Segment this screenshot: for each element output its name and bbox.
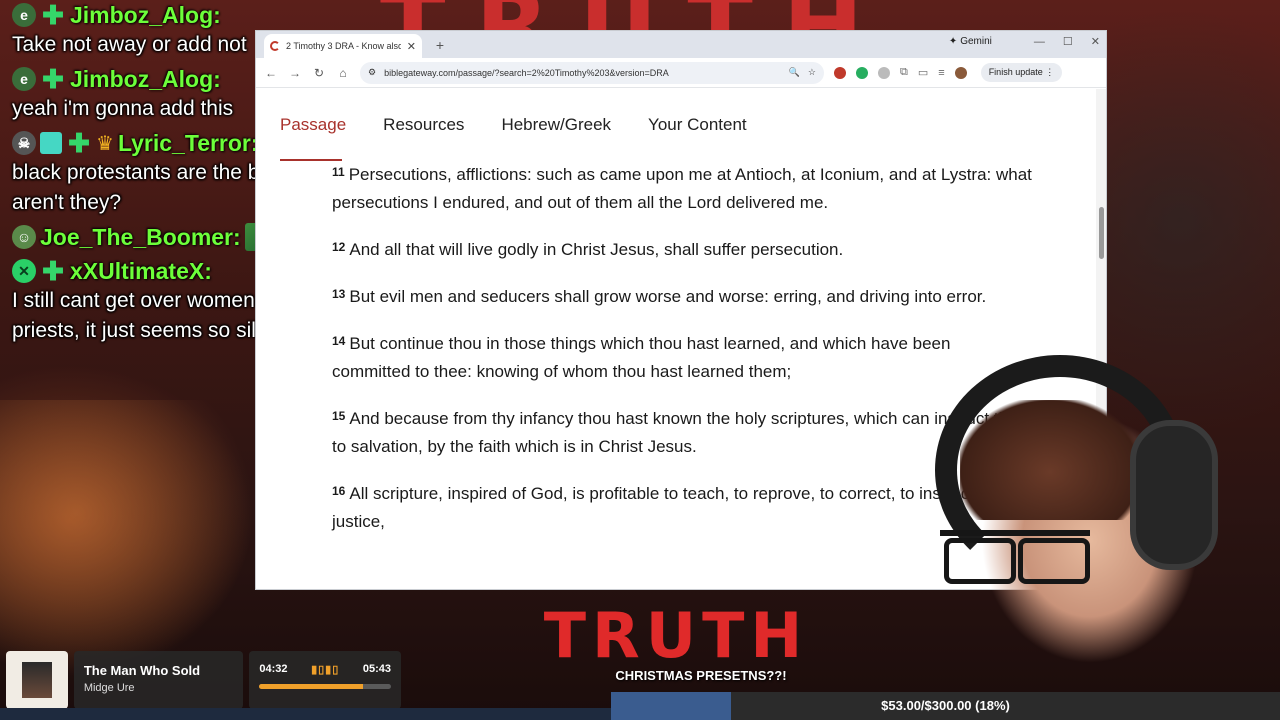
gift-icon — [40, 132, 62, 154]
maximize-icon[interactable]: ☐ — [1063, 35, 1073, 48]
ticker-text: CHRISTMAS PRESETNS??! — [615, 668, 787, 683]
cross-icon: ✚ — [42, 256, 64, 286]
close-tab-icon[interactable]: ✕ — [407, 40, 416, 53]
verse-text: But evil men and seducers shall grow wor… — [349, 287, 987, 306]
nav-your-content[interactable]: Your Content — [648, 89, 747, 161]
verse-text: Persecutions, afflictions: such as came … — [332, 165, 1032, 212]
verse: 13 But evil men and seducers shall grow w… — [332, 283, 1032, 311]
url-text: biblegateway.com/passage/?search=2%20Tim… — [384, 67, 669, 78]
tab-active[interactable]: 2 Timothy 3 DRA - Know also t ✕ — [264, 34, 422, 58]
cross-icon: ✚ — [68, 128, 90, 158]
extension-green-icon[interactable] — [856, 66, 868, 79]
sidebar-icon[interactable]: ▭ — [918, 66, 928, 79]
verse-number: 14 — [332, 334, 346, 348]
verse: 12 And all that will live godly in Christ… — [332, 236, 1032, 264]
extension-grey-icon[interactable] — [878, 66, 890, 79]
donation-goal-text: $53.00/$300.00 (18%) — [881, 698, 1010, 713]
verse-text: And all that will live godly in Christ J… — [349, 240, 844, 259]
address-bar[interactable]: ⚙ biblegateway.com/passage/?search=2%20T… — [360, 61, 824, 84]
finish-update-button[interactable]: Finish update ⋮ — [980, 63, 1063, 82]
extension-red-icon[interactable] — [834, 66, 846, 79]
gemini-label: Gemini — [960, 36, 992, 47]
song-progress-bar — [259, 684, 391, 689]
song-progress-fill — [259, 684, 364, 689]
glasses — [940, 530, 1090, 584]
chat-username: Joe_The_Boomer: — [40, 223, 241, 250]
zoom-icon[interactable]: 🔍 — [789, 67, 800, 78]
song-artist: Midge Ure — [83, 682, 135, 694]
site-nav: Passage Resources Hebrew/Greek Your Cont… — [256, 89, 1106, 161]
e-badge-icon: e — [12, 67, 36, 91]
site-info-icon[interactable]: ⚙ — [368, 67, 376, 78]
reload-icon[interactable]: ↻ — [312, 66, 326, 80]
finish-update-label: Finish update — [988, 67, 1043, 77]
brand-logo-bottom: TRUTH — [543, 599, 809, 672]
menu-lines-icon[interactable]: ≡ — [938, 67, 944, 79]
x-badge-icon: ✕ — [12, 259, 36, 283]
tab-title: 2 Timothy 3 DRA - Know also t — [286, 41, 401, 51]
cross-icon: ✚ — [42, 64, 64, 94]
verse-number: 15 — [332, 409, 346, 423]
verse-number: 11 — [332, 165, 345, 179]
nav-label: Passage — [280, 115, 347, 134]
elapsed-time: 04:32 — [259, 663, 288, 675]
verse-number: 13 — [332, 287, 346, 301]
profile-avatar-icon[interactable] — [954, 66, 967, 79]
equalizer-icon: ▮▯▮▯ — [311, 664, 340, 676]
now-playing-widget: The Man Who Sold Midge Ure 04:32 ▮▯▮▯ 05… — [6, 651, 401, 709]
nav-label: Resources — [383, 115, 465, 134]
nav-label: Your Content — [648, 115, 747, 134]
sparkle-icon: ✦ — [948, 36, 958, 47]
chat-username: Lyric_Terror: — [117, 129, 259, 156]
total-time: 05:43 — [362, 663, 391, 675]
new-tab-button[interactable]: + — [430, 35, 450, 55]
verse-text: All scripture, inspired of God, is profi… — [332, 484, 992, 531]
gemini-button[interactable]: ✦ Gemini — [949, 36, 992, 47]
back-arrow-icon[interactable]: ← — [264, 66, 278, 80]
e-badge-icon: e — [12, 3, 36, 27]
chat-username: Jimboz_Alog: — [70, 65, 221, 92]
room-light — [0, 400, 255, 680]
cross-icon: ✚ — [42, 0, 64, 30]
forward-arrow-icon[interactable]: → — [288, 66, 302, 80]
chat-username: Jimboz_Alog: — [70, 1, 221, 28]
window-controls: ✦ Gemini — ☐ ✕ — [949, 35, 1100, 49]
album-art — [6, 651, 68, 709]
extension-icons: ⧉ ▭ ≡ Finish update ⋮ — [834, 63, 1063, 82]
verse: 11 Persecutions, afflictions: such as cam… — [332, 161, 1032, 217]
close-window-icon[interactable]: ✕ — [1091, 35, 1100, 48]
nav-passage[interactable]: Passage — [280, 89, 346, 161]
verse-number: 16 — [332, 484, 346, 498]
biblegateway-favicon-icon — [270, 41, 280, 51]
puzzle-icon[interactable]: ⧉ — [900, 66, 908, 79]
scrollbar-thumb[interactable] — [1099, 207, 1104, 259]
verse-text: But continue thou in those things which … — [332, 334, 951, 381]
avatar-icon: ☺ — [12, 225, 36, 249]
bookmark-star-icon[interactable]: ☆ — [808, 67, 816, 78]
headset-earcup — [1130, 420, 1218, 570]
verse-number: 12 — [332, 240, 346, 254]
nav-label: Hebrew/Greek — [501, 115, 612, 134]
chat-text: I still cant get over women priests, it … — [12, 289, 272, 342]
bottom-strip — [0, 708, 611, 720]
browser-toolbar: ← → ↻ ⌂ ⚙ biblegateway.com/passage/?sear… — [256, 58, 1106, 88]
song-info: The Man Who Sold Midge Ure — [73, 651, 244, 709]
tab-bar: 2 Timothy 3 DRA - Know also t ✕ + ✦ Gemi… — [256, 31, 1106, 58]
song-timer: 04:32 ▮▯▮▯ 05:43 — [249, 651, 401, 709]
crown-icon: ♛ — [96, 132, 114, 155]
nav-hebrew-greek[interactable]: Hebrew/Greek — [501, 89, 611, 161]
song-title: The Man Who Sold — [83, 663, 201, 678]
chat-username: xXUltimateX: — [70, 257, 212, 284]
nav-resources[interactable]: Resources — [383, 89, 464, 161]
home-icon[interactable]: ⌂ — [336, 66, 350, 80]
donation-goal-bar: $53.00/$300.00 (18%) — [611, 692, 1280, 720]
minimize-icon[interactable]: — — [1034, 36, 1045, 48]
skull-icon: ☠ — [12, 131, 36, 155]
